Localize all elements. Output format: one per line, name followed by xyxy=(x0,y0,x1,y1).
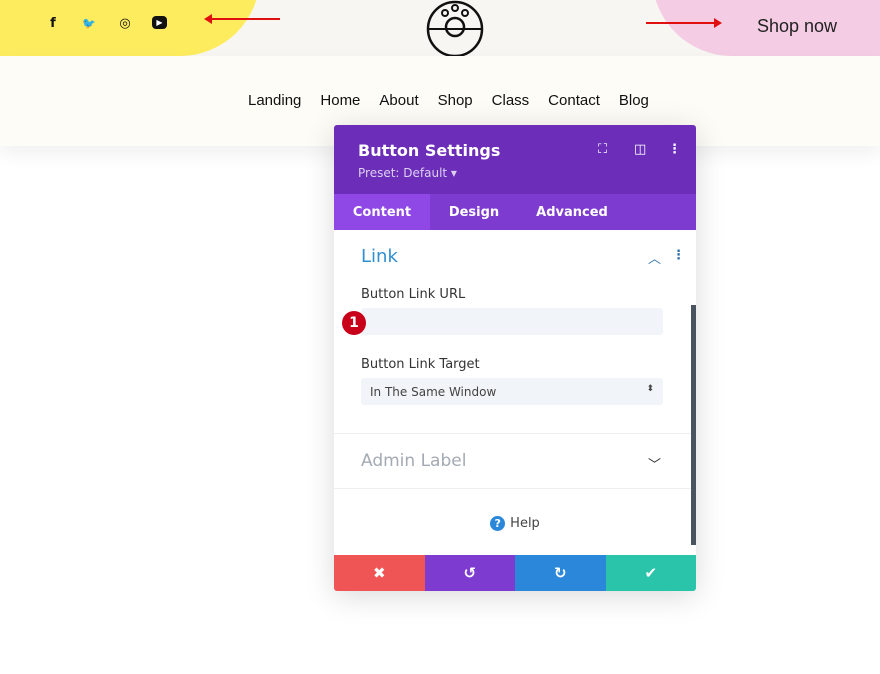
nav-class[interactable]: Class xyxy=(492,92,530,109)
nav-landing[interactable]: Landing xyxy=(248,92,301,109)
tab-content[interactable]: Content xyxy=(334,194,430,230)
help-link[interactable]: ? Help xyxy=(334,516,696,531)
preset-dropdown[interactable]: Preset: Default ▾ xyxy=(358,166,457,180)
twitter-icon[interactable]: 🐦 xyxy=(80,14,98,32)
fullscreen-icon[interactable]: ⛶ xyxy=(598,142,607,157)
nav-home[interactable]: Home xyxy=(320,92,360,109)
facebook-icon[interactable]: f xyxy=(44,14,62,32)
modal-title: Button Settings xyxy=(358,141,501,160)
modal-header: Button Settings Preset: Default ▾ ⛶ ◫ ⋮ xyxy=(334,125,696,194)
scrollbar[interactable] xyxy=(691,305,696,545)
more-options-icon[interactable]: ⋮ xyxy=(668,142,681,157)
divider xyxy=(334,433,696,434)
nav-blog[interactable]: Blog xyxy=(619,92,649,109)
section-menu-icon[interactable]: ⋮ xyxy=(672,248,685,263)
divider xyxy=(334,488,696,489)
split-view-icon[interactable]: ◫ xyxy=(634,142,646,157)
modal-body: Link ︿ ⋮ Button Link URL 1 Button Link T… xyxy=(334,230,696,555)
tab-bar: Content Design Advanced xyxy=(334,194,696,230)
undo-button[interactable]: ↺ xyxy=(424,555,515,591)
red-arrow-left xyxy=(204,14,280,24)
link-section-title[interactable]: Link xyxy=(361,246,398,267)
chevron-down-icon[interactable]: ﹀ xyxy=(648,454,661,473)
modal-footer: ✖ ↺ ↻ ✔ xyxy=(334,555,696,591)
target-value: In The Same Window xyxy=(370,385,497,399)
url-label: Button Link URL xyxy=(361,287,466,302)
donut-logo-icon[interactable] xyxy=(425,0,485,56)
target-select[interactable]: In The Same Window ⬍ xyxy=(361,378,663,405)
url-input[interactable] xyxy=(361,308,663,335)
help-label: Help xyxy=(510,516,540,531)
save-button[interactable]: ✔ xyxy=(605,555,696,591)
chevron-up-icon[interactable]: ︿ xyxy=(648,248,661,267)
cancel-button[interactable]: ✖ xyxy=(334,555,425,591)
nav-shop[interactable]: Shop xyxy=(438,92,473,109)
admin-label-section[interactable]: Admin Label xyxy=(361,451,466,471)
top-bar: f 🐦 ◎ ▶ Shop now xyxy=(0,0,880,56)
select-arrows-icon: ⬍ xyxy=(646,384,654,394)
shop-now-link[interactable]: Shop now xyxy=(757,16,837,37)
nav-contact[interactable]: Contact xyxy=(548,92,600,109)
help-icon: ? xyxy=(490,516,506,531)
button-settings-modal: Button Settings Preset: Default ▾ ⛶ ◫ ⋮ … xyxy=(334,125,696,591)
red-arrow-right xyxy=(646,18,722,28)
social-links: f 🐦 ◎ ▶ xyxy=(44,14,167,32)
step-badge: 1 xyxy=(342,311,366,335)
youtube-icon[interactable]: ▶ xyxy=(152,16,167,29)
tab-advanced[interactable]: Advanced xyxy=(518,194,626,230)
tab-design[interactable]: Design xyxy=(430,194,518,230)
instagram-icon[interactable]: ◎ xyxy=(116,14,134,32)
target-label: Button Link Target xyxy=(361,357,480,372)
redo-button[interactable]: ↻ xyxy=(515,555,606,591)
nav-about[interactable]: About xyxy=(379,92,418,109)
